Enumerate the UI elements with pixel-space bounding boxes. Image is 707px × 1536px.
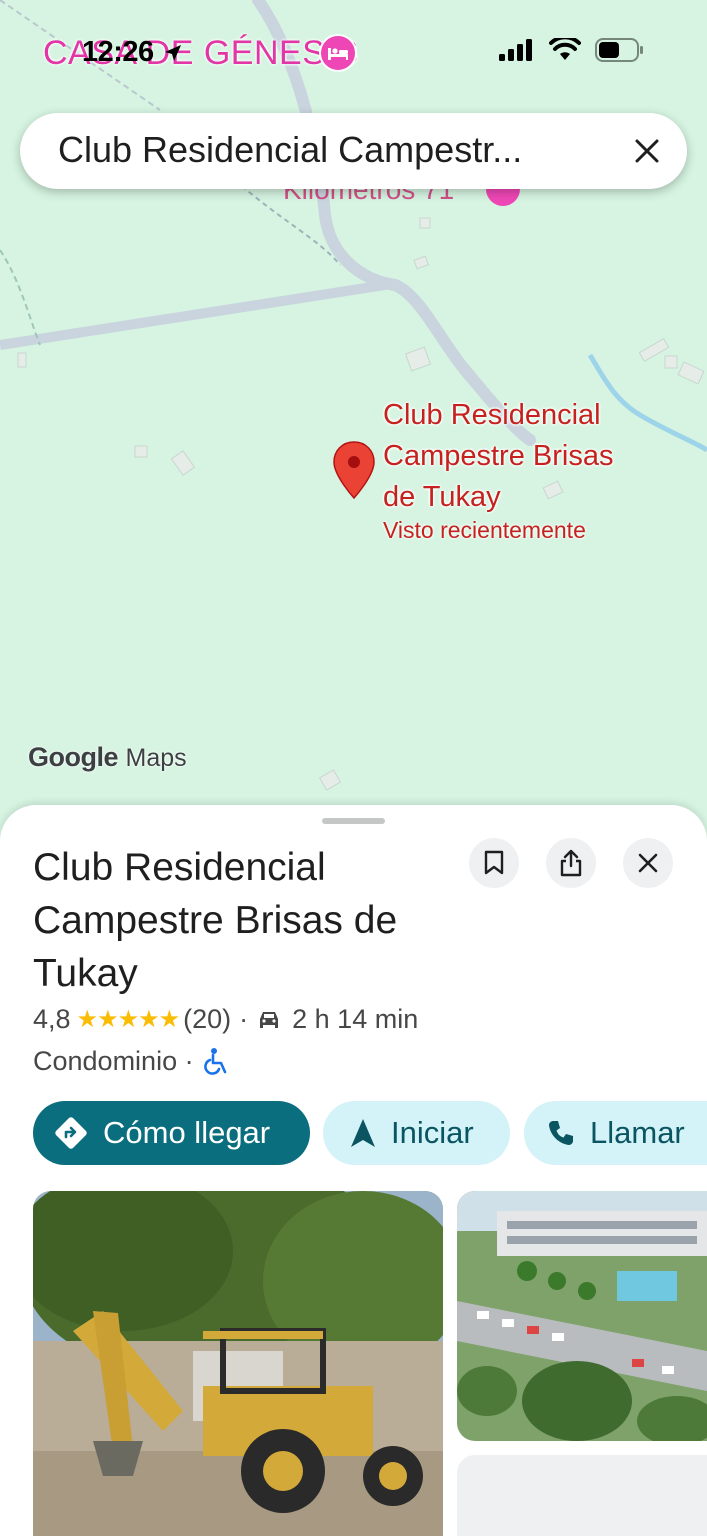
google-maps-logo: Google Maps	[28, 742, 187, 773]
search-query[interactable]: Club Residencial Campestr...	[58, 129, 578, 171]
cellular-signal-icon	[499, 39, 532, 61]
brand-google-text: Google	[28, 742, 119, 772]
place-photo-1[interactable]	[33, 1191, 443, 1536]
place-sheet[interactable]: Club Residencial Campestre Brisas de Tuk…	[0, 805, 707, 1536]
status-time-text: 12:26	[82, 36, 154, 68]
call-label: Llamar	[590, 1115, 685, 1150]
call-button[interactable]: Llamar	[524, 1101, 707, 1165]
share-icon	[560, 849, 582, 877]
share-button[interactable]	[546, 838, 596, 888]
bookmark-icon	[484, 850, 504, 875]
navigation-arrow-icon	[349, 1117, 377, 1149]
rating-value: 4,8	[33, 1004, 71, 1034]
place-photo-3[interactable]	[457, 1455, 707, 1536]
development-render-photo	[457, 1191, 707, 1441]
backhoe-photo	[33, 1191, 443, 1536]
rating-row[interactable]: 4,8 ★★★★★ (20) · 2 h 14 min	[33, 1004, 418, 1035]
status-time: 12:26	[82, 36, 183, 69]
place-title: Club Residencial Campestre Brisas de Tuk…	[33, 846, 398, 995]
start-button[interactable]: Iniciar	[323, 1101, 510, 1165]
car-icon	[260, 1011, 279, 1028]
location-pin-icon[interactable]	[332, 440, 376, 507]
phone-icon	[546, 1118, 576, 1148]
battery-icon	[595, 38, 643, 62]
separator: ·	[239, 1004, 249, 1034]
action-chips: Cómo llegar Iniciar Llamar	[33, 1101, 707, 1165]
review-count[interactable]: (20)	[183, 1004, 231, 1035]
pin-title-label[interactable]: Club Residencial Campestre Brisas de Tuk…	[383, 395, 653, 518]
place-photo-2[interactable]	[457, 1191, 707, 1441]
directions-label: Cómo llegar	[103, 1115, 271, 1150]
rating-stars: ★★★★★	[76, 1006, 181, 1033]
location-arrow-icon	[165, 45, 182, 62]
close-icon[interactable]	[631, 135, 663, 167]
wifi-icon	[549, 38, 581, 60]
status-icons	[499, 38, 645, 62]
sheet-drag-handle[interactable]	[322, 818, 385, 824]
brand-maps-text: Maps	[125, 744, 187, 772]
category-label: Condominio ·	[33, 1046, 194, 1076]
directions-button[interactable]: Cómo llegar	[33, 1101, 310, 1165]
search-bar[interactable]: Club Residencial Campestr...	[20, 113, 687, 189]
start-label: Iniciar	[391, 1115, 474, 1150]
status-bar: 12:26	[0, 0, 707, 105]
wheelchair-accessible-icon	[203, 1047, 226, 1075]
pin-subtitle-label: Visto recientemente	[383, 517, 586, 543]
save-button[interactable]	[469, 838, 519, 888]
directions-icon	[53, 1115, 89, 1151]
category-row: Condominio ·	[33, 1046, 230, 1077]
close-icon	[638, 853, 658, 873]
drive-time: 2 h 14 min	[292, 1004, 419, 1034]
close-sheet-button[interactable]	[623, 838, 673, 888]
